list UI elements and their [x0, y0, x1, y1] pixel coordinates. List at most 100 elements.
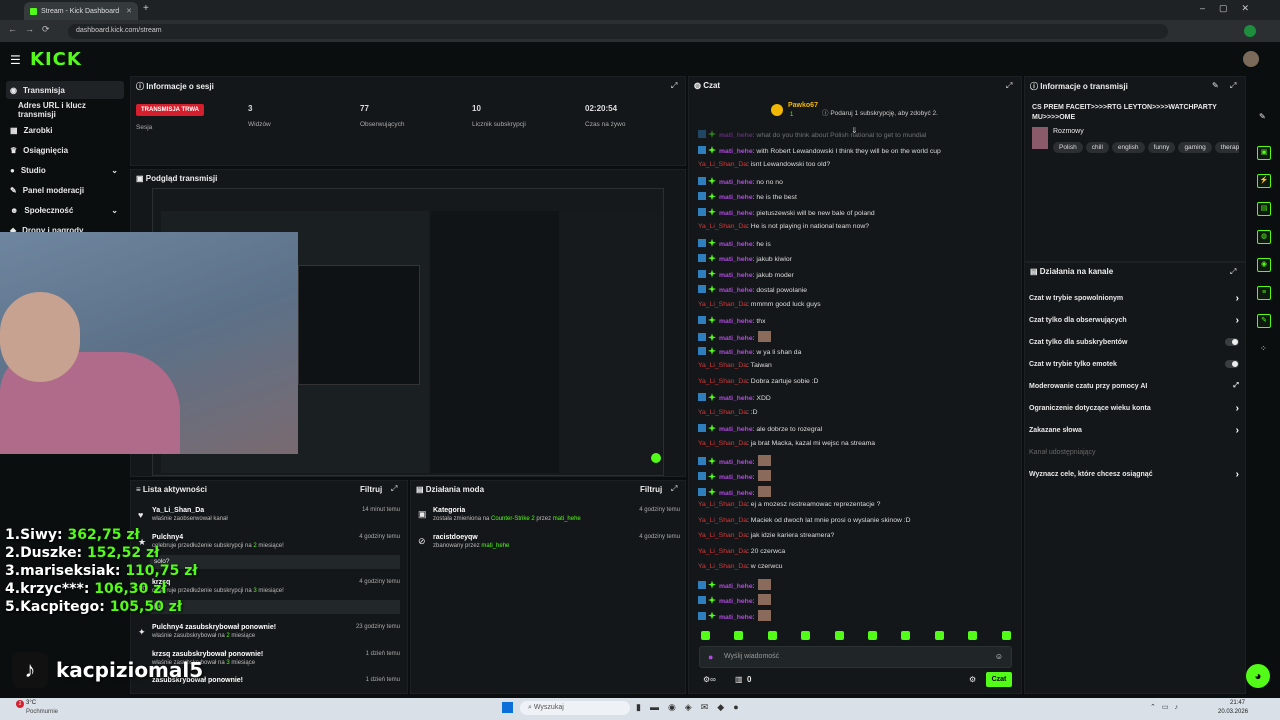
points-icon[interactable]: ⚙∞	[703, 675, 716, 684]
chat-username[interactable]: Ya_Li_Shan_Da	[698, 563, 747, 570]
send-chat-button[interactable]: Czat	[986, 672, 1012, 687]
sidebar-item-stream-key[interactable]: Adres URL i klucz transmisji	[6, 101, 124, 119]
rail-button-bolt-icon[interactable]: ⚡	[1257, 174, 1271, 188]
taskbar-search[interactable]: ⌕ Wyszukaj	[520, 701, 630, 715]
toggle-switch[interactable]	[1225, 360, 1239, 369]
mod-filter-button[interactable]: Filtruj	[640, 485, 662, 494]
channel-option[interactable]: Czat w trybie tylko emotek	[1029, 357, 1239, 371]
tray-icons[interactable]: ⌃▭♪	[1150, 703, 1184, 711]
expand-icon[interactable]: ⤢	[1230, 267, 1236, 277]
emote-button[interactable]	[801, 631, 811, 640]
emote-button[interactable]	[734, 631, 744, 640]
channel-option[interactable]: Czat tylko dla obserwujących ›	[1029, 313, 1239, 327]
tag[interactable]: therap	[1214, 142, 1239, 153]
chat-username[interactable]: mati_hehe	[719, 614, 753, 621]
emote-button[interactable]	[901, 631, 911, 640]
chat-username[interactable]: Ya_Li_Shan_Da	[698, 161, 747, 168]
chat-username[interactable]: Ya_Li_Shan_Da	[698, 223, 747, 230]
chat-username[interactable]: mati_hehe	[719, 148, 753, 155]
sidebar-item-transmisja[interactable]: ◉ Transmisja	[6, 81, 124, 99]
chat-username[interactable]: mati_hehe	[719, 598, 753, 605]
chat-username[interactable]: Ya_Li_Shan_Da	[698, 501, 747, 508]
gift-promo[interactable]: ⓘ Podaruj 1 subskrypcję, aby zdobyć 2.	[822, 107, 938, 117]
tag[interactable]: chill	[1085, 142, 1109, 153]
expand-icon[interactable]: ⤢	[391, 484, 397, 494]
chat-username[interactable]: mati_hehe	[719, 241, 753, 248]
tag[interactable]: gaming	[1178, 142, 1212, 153]
chat-username[interactable]: mati_hehe	[719, 335, 753, 342]
expand-icon[interactable]: ⤢	[1230, 81, 1236, 91]
edit-icon[interactable]: ✎	[1212, 81, 1219, 90]
apps-icon[interactable]: ⁘	[1260, 344, 1267, 353]
close-tab-icon[interactable]: ✕	[126, 7, 132, 15]
new-tab-button[interactable]: +	[143, 3, 149, 14]
chat-username[interactable]: mati_hehe	[719, 179, 753, 186]
sidebar-item-studio[interactable]: ● Studio ⌄	[6, 161, 124, 179]
emote-button[interactable]	[701, 631, 710, 640]
browser-tab[interactable]: Stream - Kick Dashboard ✕	[24, 2, 138, 20]
channel-option[interactable]: Czat w trybie spowolnionym ›	[1029, 291, 1239, 305]
settings-icon[interactable]: ⚙	[969, 675, 976, 684]
emoji-icon[interactable]: ☺	[995, 652, 1003, 661]
nav-buttons[interactable]: ←→⟳	[8, 24, 58, 35]
emote-button[interactable]	[834, 631, 844, 640]
chat-username[interactable]: mati_hehe	[719, 272, 753, 279]
emote-button[interactable]	[1001, 631, 1011, 640]
windows-start-icon[interactable]	[502, 702, 513, 713]
rail-button-chat-icon[interactable]: ◍	[1257, 230, 1271, 244]
emote-button[interactable]	[968, 631, 978, 640]
chat-username[interactable]: mati_hehe	[719, 349, 753, 356]
taskbar-apps[interactable]: ▮▬◉◈✉◆●	[636, 702, 748, 713]
chat-username[interactable]: Ya_Li_Shan_Da	[698, 548, 747, 555]
help-chat-icon[interactable]: ◕	[1246, 664, 1270, 688]
expand-icon[interactable]: ⤢	[1006, 81, 1012, 91]
toggle-switch[interactable]	[1225, 338, 1239, 347]
chat-username[interactable]: Ya_Li_Shan_Da	[698, 378, 747, 385]
chat-username[interactable]: Ya_Li_Shan_Da	[698, 301, 747, 308]
chat-username[interactable]: Ya_Li_Shan_Da	[698, 409, 747, 416]
rail-button-broadcast-icon[interactable]: ◉	[1257, 258, 1271, 272]
sidebar-item-spolecznosc[interactable]: ☻ Społeczność ⌄	[6, 201, 124, 219]
channel-option[interactable]: Ograniczenie dotyczące wieku konta ›	[1029, 402, 1239, 416]
channel-option[interactable]: Czat tylko dla subskrybentów	[1029, 335, 1239, 349]
window-controls[interactable]: –▢✕	[1200, 3, 1263, 14]
chat-username[interactable]: mati_hehe	[719, 318, 753, 325]
expand-icon[interactable]: ⤢	[671, 484, 677, 494]
weather-temp[interactable]: 3°C	[26, 700, 36, 706]
chat-username[interactable]: mati_hehe	[719, 583, 753, 590]
sidebar-item-zarobki[interactable]: ▦ Zarobki	[6, 121, 124, 139]
chat-username[interactable]: mati_hehe	[719, 194, 753, 201]
tag[interactable]: funny	[1147, 142, 1176, 153]
rail-button-wrench-icon[interactable]: ✎	[1257, 314, 1271, 328]
activity-filter-button[interactable]: Filtruj	[360, 485, 382, 494]
chat-username[interactable]: mati_hehe	[719, 256, 753, 263]
tag[interactable]: Polish	[1053, 142, 1083, 153]
rail-button-camera-icon[interactable]: ▣	[1257, 146, 1271, 160]
chat-username[interactable]: mati_hehe	[719, 287, 753, 294]
mic-icon[interactable]: ●	[708, 652, 713, 662]
category-name[interactable]: Rozmowy	[1053, 128, 1084, 135]
profile-avatar[interactable]	[1244, 25, 1256, 37]
rail-button-doc-icon[interactable]: ▤	[1257, 202, 1271, 216]
chat-username[interactable]: mati_hehe	[719, 426, 753, 433]
user-avatar[interactable]	[1243, 51, 1259, 67]
chat-input[interactable]: ● Wyślij wiadomość ☺	[699, 646, 1012, 668]
chat-username[interactable]: mati_hehe	[719, 474, 753, 481]
channel-option[interactable]: Zakazane słowa ›	[1029, 424, 1239, 438]
sidebar-item-panel-moderacji[interactable]: ✎ Panel moderacji	[6, 181, 124, 199]
url-field[interactable]: dashboard.kick.com/stream	[68, 24, 1168, 39]
chat-username[interactable]: mati_hehe	[719, 490, 753, 497]
gift-icon[interactable]: ▥	[735, 675, 743, 684]
sidebar-item-osiagniecia[interactable]: ♛ Osiągnięcia	[6, 141, 124, 159]
emote-button[interactable]	[767, 631, 777, 640]
chat-username[interactable]: Ya_Li_Shan_Da	[698, 517, 747, 524]
emote-button[interactable]	[868, 631, 877, 640]
expand-icon[interactable]: ⤢	[671, 81, 677, 91]
emote-button[interactable]	[934, 631, 944, 640]
chat-username[interactable]: mati_hehe	[719, 395, 753, 402]
chat-username[interactable]: mati_hehe	[719, 210, 753, 217]
chat-username[interactable]: Ya_Li_Shan_Da	[698, 440, 747, 447]
edit-icon[interactable]: ✎	[1259, 112, 1266, 121]
chat-username[interactable]: mati_hehe	[719, 459, 753, 466]
chat-username[interactable]: Ya_Li_Shan_Da	[698, 362, 747, 369]
